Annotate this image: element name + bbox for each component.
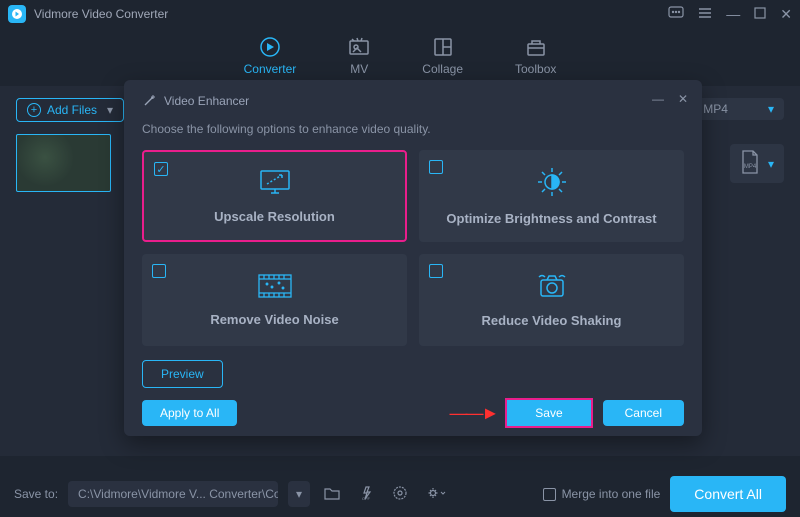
open-folder-icon[interactable] <box>320 482 344 507</box>
card-remove-noise[interactable]: Remove Video Noise <box>142 254 407 346</box>
chevron-down-icon: ▾ <box>768 157 774 171</box>
svg-text:MP4: MP4 <box>744 164 757 170</box>
nav-mv[interactable]: MV <box>348 36 370 76</box>
modal-footer-row2: Apply to All ——► Save Cancel <box>142 398 684 428</box>
menu-icon[interactable] <box>698 6 712 22</box>
enhance-options-grid: Upscale Resolution Optimize Brightness a… <box>142 150 684 346</box>
video-enhancer-modal: Video Enhancer — ✕ Choose the following … <box>124 80 702 436</box>
app-logo <box>8 5 26 23</box>
nav-collage[interactable]: Collage <box>422 36 463 76</box>
convert-all-button[interactable]: Convert All <box>670 476 786 512</box>
nav-label: Collage <box>422 62 463 76</box>
brightness-icon <box>536 166 568 201</box>
task-schedule-icon[interactable] <box>388 481 412 508</box>
modal-footer-row1: Preview <box>142 360 684 388</box>
svg-text:OFF: OFF <box>362 496 371 501</box>
nav-converter[interactable]: Converter <box>244 36 297 76</box>
save-highlight: Save <box>505 398 592 428</box>
checkbox-icon[interactable] <box>152 264 166 278</box>
saveto-dropdown[interactable]: ▾ <box>288 481 310 507</box>
format-label: MP4 <box>703 102 728 116</box>
toolbox-icon <box>525 36 547 58</box>
card-reduce-shaking[interactable]: Reduce Video Shaking <box>419 254 684 346</box>
chevron-down-icon: ▾ <box>768 102 774 116</box>
settings-dropdown-icon[interactable] <box>422 481 450 508</box>
checkbox-icon <box>543 488 556 501</box>
save-button[interactable]: Save <box>507 400 590 426</box>
modal-header: Video Enhancer <box>142 94 684 108</box>
nav-label: Toolbox <box>515 62 556 76</box>
card-title: Optimize Brightness and Contrast <box>446 211 656 226</box>
window-controls: — ✕ <box>668 6 792 23</box>
close-icon[interactable]: ✕ <box>678 92 688 106</box>
output-format-box[interactable]: MP4 ▾ <box>730 144 784 183</box>
card-title: Reduce Video Shaking <box>482 313 622 328</box>
modal-subtitle: Choose the following options to enhance … <box>142 122 684 136</box>
minimize-icon[interactable]: — <box>652 92 664 106</box>
cancel-button[interactable]: Cancel <box>603 400 684 426</box>
bottom-bar: Save to: C:\Vidmore\Vidmore V... Convert… <box>0 471 800 517</box>
checkbox-icon[interactable] <box>429 160 443 174</box>
merge-checkbox[interactable]: Merge into one file <box>543 487 661 501</box>
video-thumbnail[interactable] <box>16 134 111 192</box>
merge-label: Merge into one file <box>562 487 661 501</box>
hardware-accel-icon[interactable]: OFF <box>354 481 378 508</box>
plus-icon: + <box>27 103 41 117</box>
apply-all-button[interactable]: Apply to All <box>142 400 237 426</box>
annotation-arrow: ——► <box>237 403 505 424</box>
checkbox-icon[interactable] <box>154 162 168 176</box>
nav-label: MV <box>350 62 368 76</box>
monitor-icon <box>258 168 292 199</box>
modal-title: Video Enhancer <box>164 94 249 108</box>
file-type-icon: MP4 <box>740 150 760 177</box>
chevron-down-icon: ▾ <box>107 103 113 117</box>
collage-icon <box>432 36 454 58</box>
minimize-icon[interactable]: — <box>726 6 740 22</box>
filmstrip-icon <box>257 273 293 302</box>
add-files-button[interactable]: + Add Files ▾ <box>16 98 124 122</box>
preview-button[interactable]: Preview <box>142 360 223 388</box>
top-nav: Converter MV Collage Toolbox <box>0 28 800 86</box>
checkbox-icon[interactable] <box>429 264 443 278</box>
maximize-icon[interactable] <box>754 6 766 22</box>
add-files-label: Add Files <box>47 103 97 117</box>
card-title: Remove Video Noise <box>210 312 338 327</box>
converter-icon <box>259 36 281 58</box>
camera-shake-icon <box>535 272 569 303</box>
card-title: Upscale Resolution <box>214 209 335 224</box>
mv-icon <box>348 36 370 58</box>
close-icon[interactable]: ✕ <box>780 6 792 23</box>
saveto-label: Save to: <box>14 487 58 501</box>
nav-label: Converter <box>244 62 297 76</box>
title-bar: Vidmore Video Converter — ✕ <box>0 0 800 28</box>
modal-window-controls: — ✕ <box>652 92 688 106</box>
output-format-selector[interactable]: MP4 ▾ <box>693 98 784 120</box>
wand-icon <box>142 94 156 108</box>
card-optimize-brightness[interactable]: Optimize Brightness and Contrast <box>419 150 684 242</box>
card-upscale-resolution[interactable]: Upscale Resolution <box>142 150 407 242</box>
app-title: Vidmore Video Converter <box>34 7 668 21</box>
saveto-path-field[interactable]: C:\Vidmore\Vidmore V... Converter\Conver… <box>68 481 278 507</box>
nav-toolbox[interactable]: Toolbox <box>515 36 556 76</box>
feedback-icon[interactable] <box>668 6 684 23</box>
